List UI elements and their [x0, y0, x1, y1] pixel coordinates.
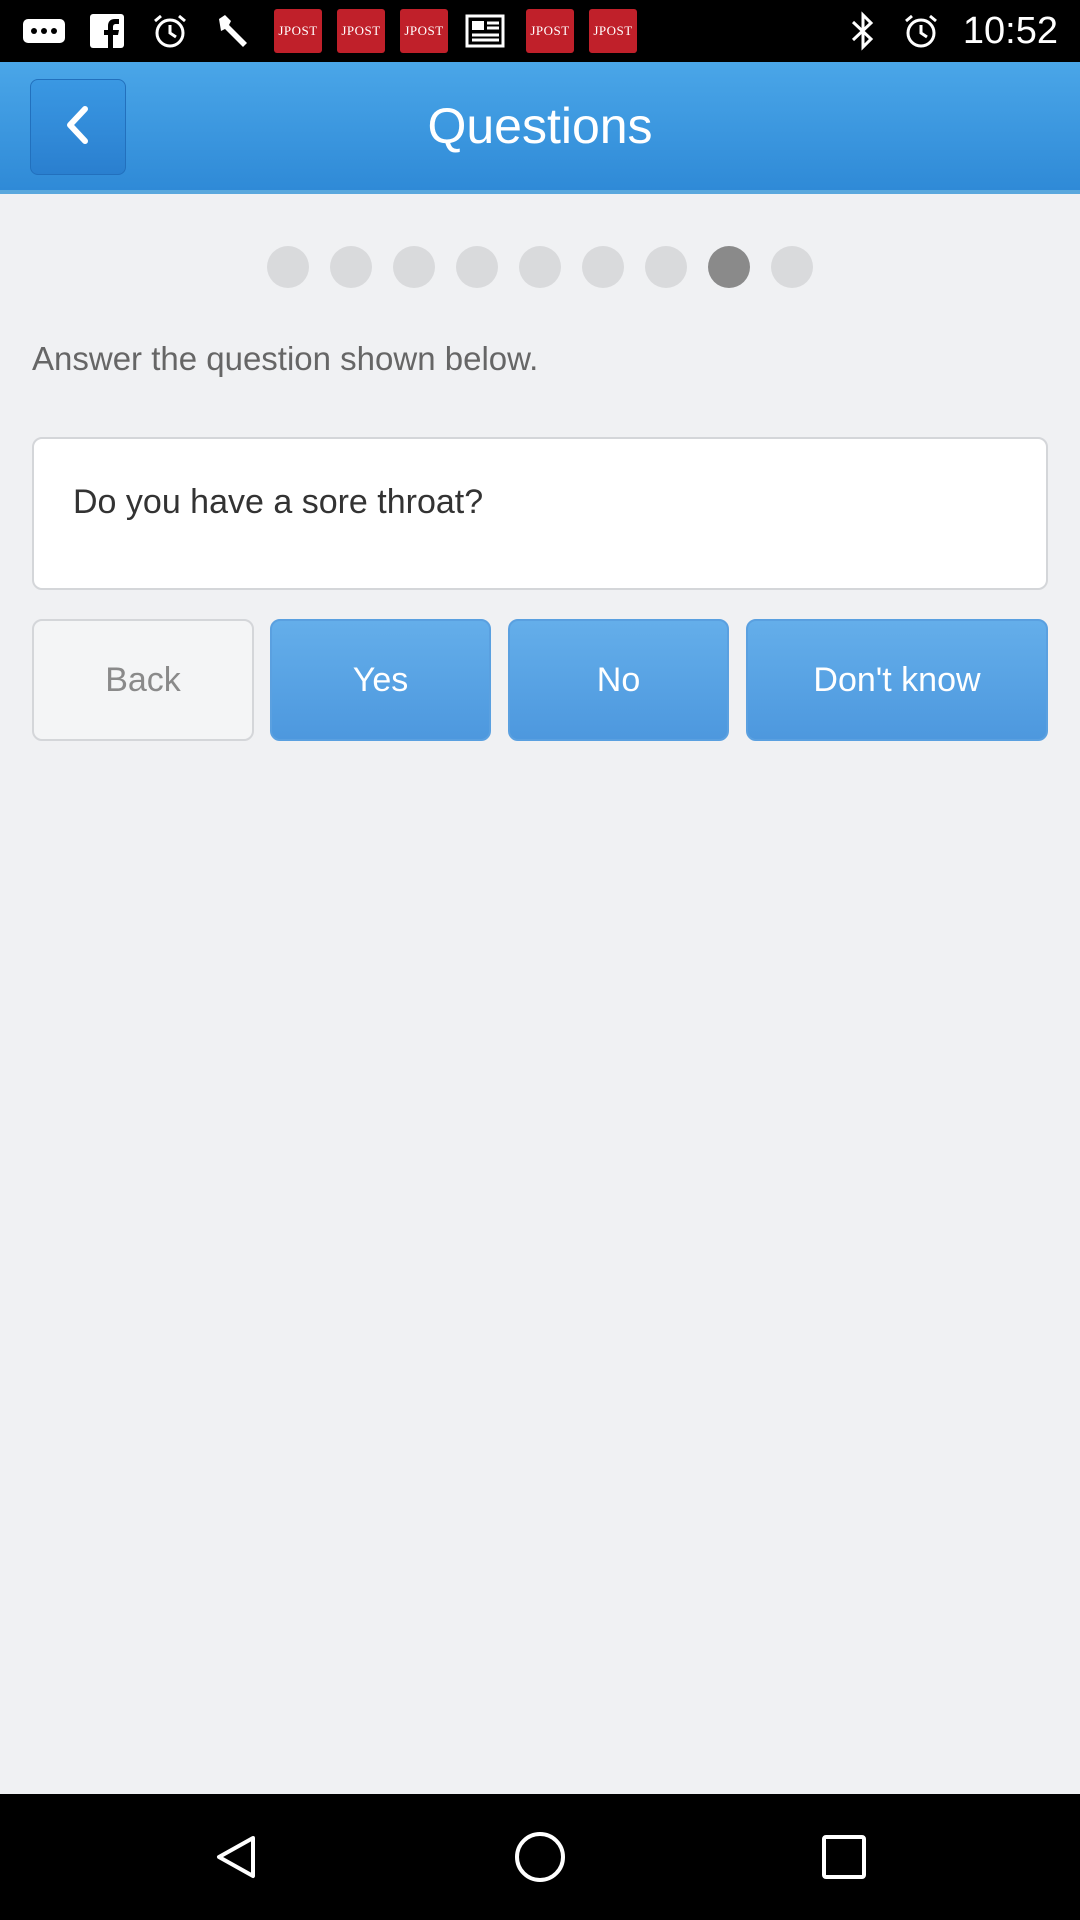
progress-dot-active	[708, 246, 750, 288]
progress-dot	[330, 246, 372, 288]
question-card: Do you have a sore throat?	[32, 437, 1048, 590]
progress-dot	[393, 246, 435, 288]
home-circle-icon	[513, 1830, 567, 1889]
progress-dot	[645, 246, 687, 288]
jpost-icon: JPOST	[400, 9, 448, 53]
no-button[interactable]: No	[508, 619, 729, 741]
jpost-icon: JPOST	[274, 9, 322, 53]
system-icons: 10:52	[841, 0, 1058, 62]
notification-icons: JPOST JPOST JPOST JPOST JPOST	[22, 0, 652, 62]
news-icon	[463, 9, 507, 53]
back-button[interactable]: Back	[32, 619, 254, 741]
progress-dot	[267, 246, 309, 288]
progress-indicator	[0, 246, 1080, 288]
chevron-left-icon	[60, 105, 96, 150]
back-nav-button[interactable]	[30, 79, 126, 175]
yes-button[interactable]: Yes	[270, 619, 491, 741]
recents-square-icon	[821, 1834, 867, 1885]
alarm-icon	[899, 9, 943, 53]
jpost-icon: JPOST	[337, 9, 385, 53]
navigation-bar	[0, 1794, 1080, 1920]
jpost-icon: JPOST	[526, 9, 574, 53]
clock: 10:52	[962, 9, 1058, 52]
back-triangle-icon	[211, 1832, 261, 1887]
progress-dot	[771, 246, 813, 288]
alarm-icon	[148, 9, 192, 53]
progress-dot	[519, 246, 561, 288]
progress-dot	[582, 246, 624, 288]
page-title: Questions	[427, 98, 653, 154]
facebook-icon	[85, 9, 129, 53]
bluetooth-icon	[841, 9, 885, 53]
app-bar: Questions	[0, 62, 1080, 194]
question-text: Do you have a sore throat?	[73, 483, 484, 521]
dont-know-button[interactable]: Don't know	[746, 619, 1048, 741]
wrench-icon	[211, 9, 255, 53]
nav-home-button[interactable]	[500, 1819, 580, 1899]
nav-recents-button[interactable]	[804, 1819, 884, 1899]
jpost-icon: JPOST	[589, 9, 637, 53]
instruction-text: Answer the question shown below.	[32, 340, 539, 377]
status-bar: JPOST JPOST JPOST JPOST JPOST 10:52	[0, 0, 1080, 62]
nav-back-button[interactable]	[196, 1819, 276, 1899]
more-icon	[22, 9, 66, 53]
progress-dot	[456, 246, 498, 288]
